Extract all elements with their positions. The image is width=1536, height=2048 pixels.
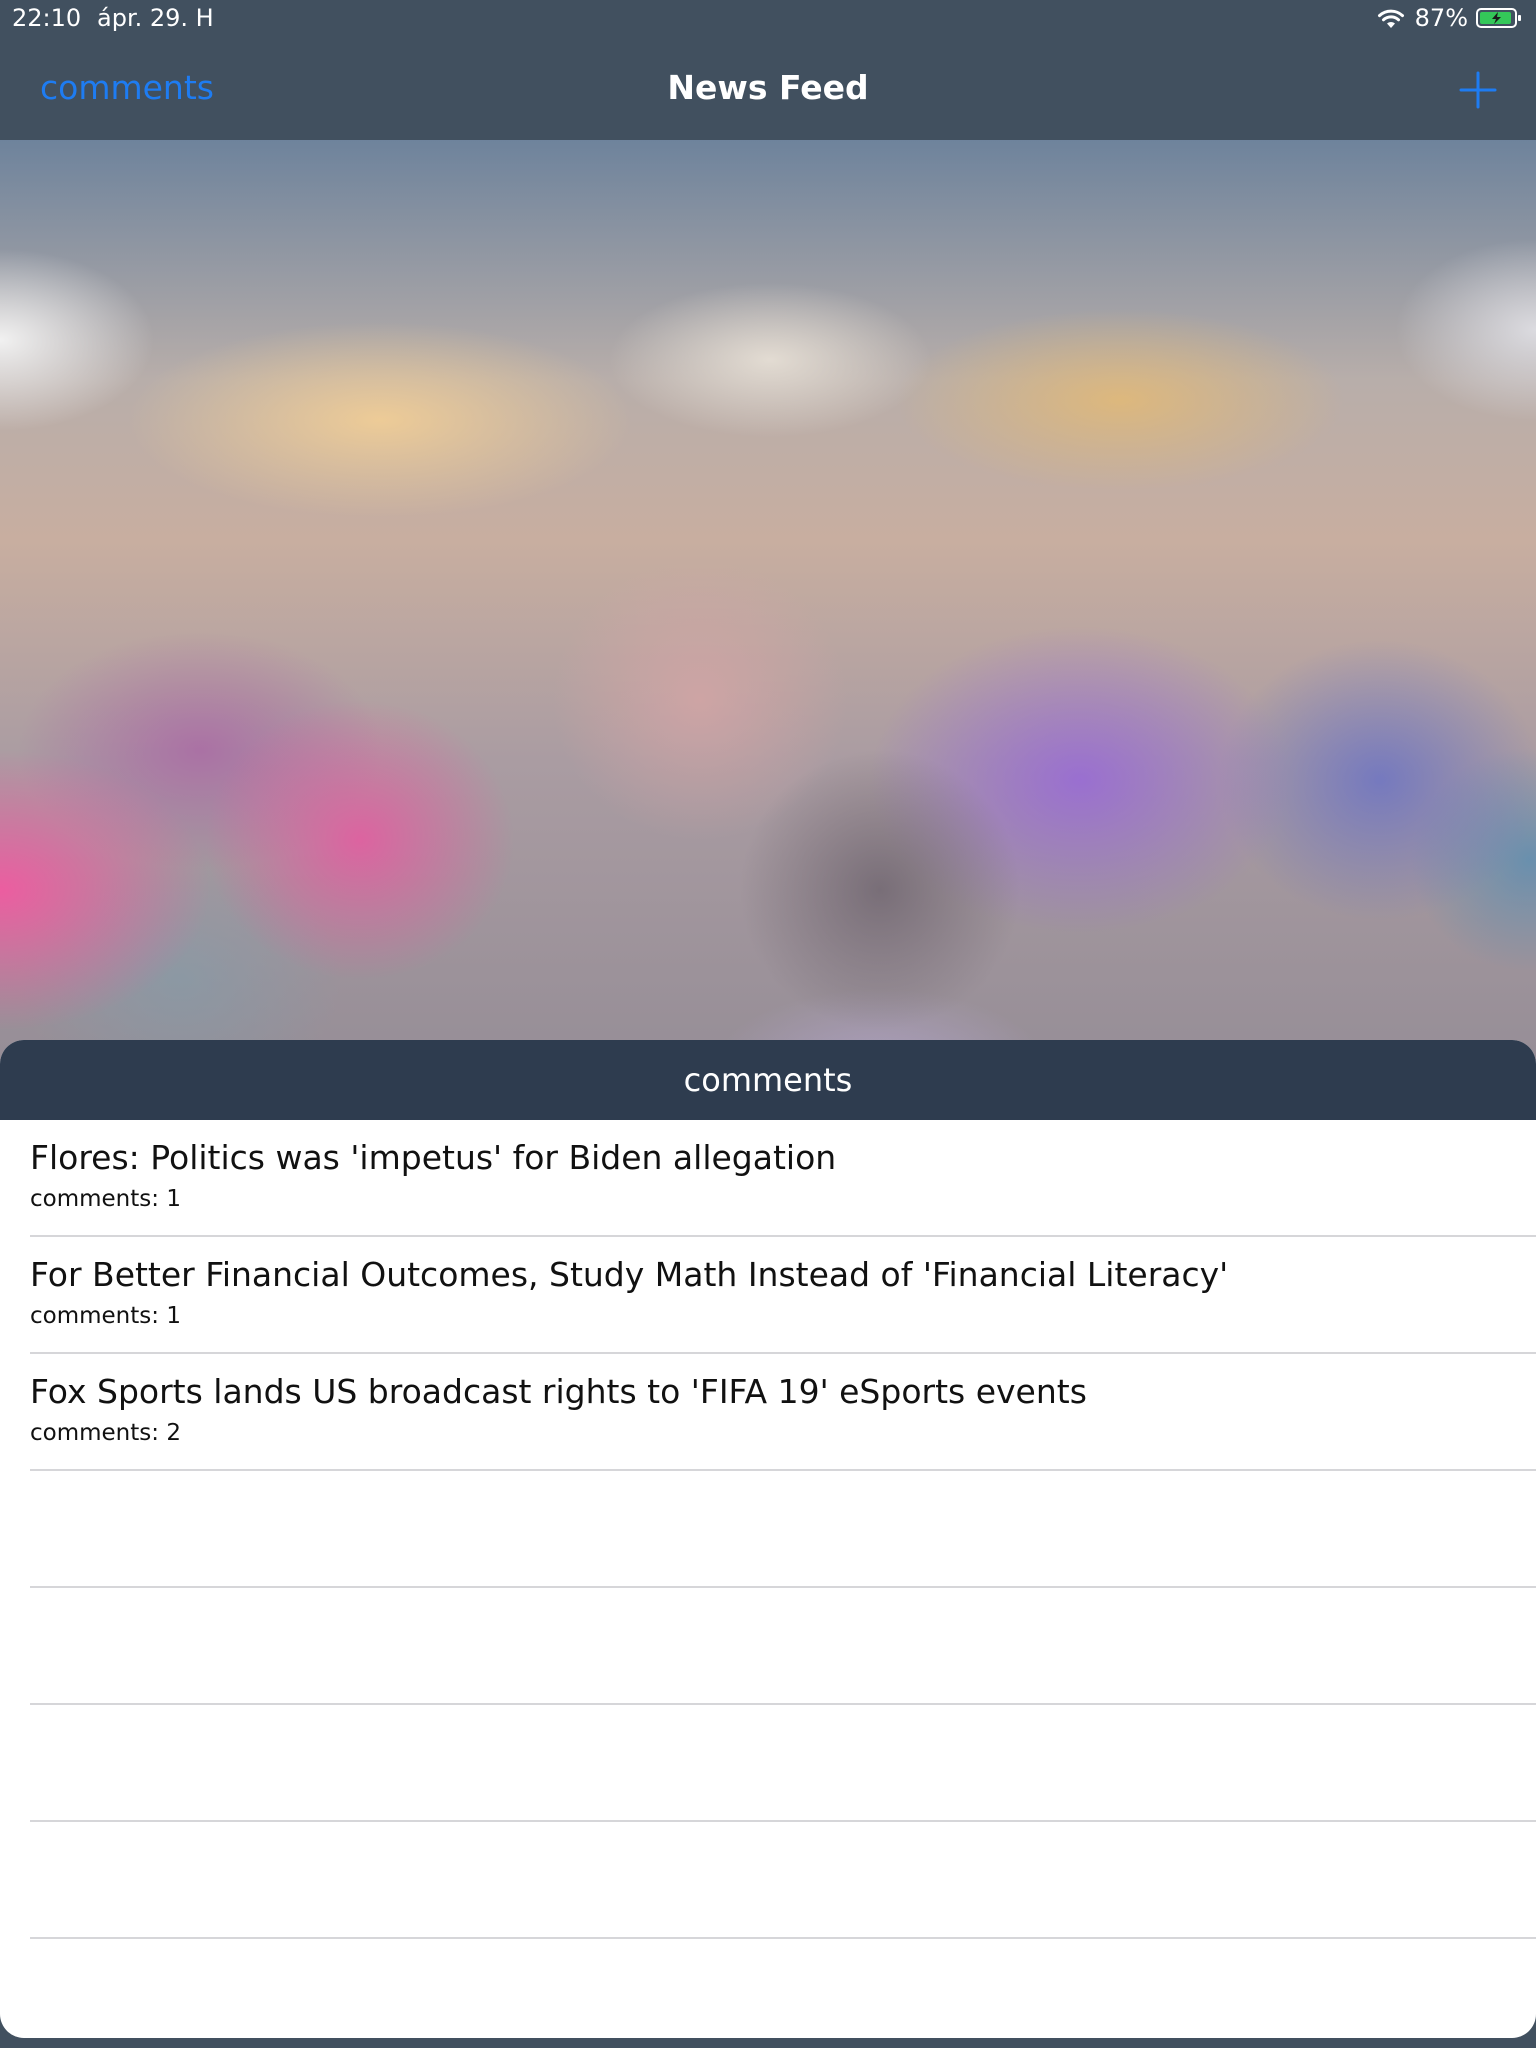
news-list: Flores: Politics was 'impetus' for Biden… bbox=[0, 1120, 1536, 1939]
empty-row bbox=[30, 1471, 1536, 1588]
list-item-comment-count: comments: 2 bbox=[30, 1420, 181, 1446]
page-title: News Feed bbox=[667, 68, 869, 107]
list-item-title: Fox Sports lands US broadcast rights to … bbox=[30, 1372, 1087, 1411]
empty-row bbox=[30, 1588, 1536, 1705]
plus-icon[interactable] bbox=[1458, 70, 1498, 110]
comments-sheet: comments Flores: Politics was 'impetus' … bbox=[0, 1040, 1536, 2038]
blurred-background bbox=[0, 140, 1536, 1080]
list-item-title: Flores: Politics was 'impetus' for Biden… bbox=[30, 1138, 837, 1177]
status-bar: 22:10 ápr. 29. H 87% bbox=[0, 0, 1536, 40]
status-date: ápr. 29. H bbox=[97, 4, 214, 32]
status-time: 22:10 bbox=[12, 4, 82, 32]
status-indicators: 87% bbox=[1375, 4, 1522, 32]
battery-charging-icon bbox=[1476, 8, 1521, 28]
list-item-comment-count: comments: 1 bbox=[30, 1186, 181, 1212]
list-item[interactable]: Fox Sports lands US broadcast rights to … bbox=[30, 1354, 1536, 1471]
empty-row bbox=[30, 1822, 1536, 1939]
list-item[interactable]: Flores: Politics was 'impetus' for Biden… bbox=[30, 1120, 1536, 1237]
battery-percent: 87% bbox=[1414, 4, 1468, 32]
list-item[interactable]: For Better Financial Outcomes, Study Mat… bbox=[30, 1237, 1536, 1354]
empty-row bbox=[30, 1705, 1536, 1822]
wifi-icon bbox=[1377, 9, 1404, 28]
list-item-comment-count: comments: 1 bbox=[30, 1303, 181, 1329]
sheet-header: comments bbox=[0, 1040, 1536, 1120]
list-item-title: For Better Financial Outcomes, Study Mat… bbox=[30, 1255, 1229, 1294]
navigation-bar: comments News Feed bbox=[0, 40, 1536, 140]
